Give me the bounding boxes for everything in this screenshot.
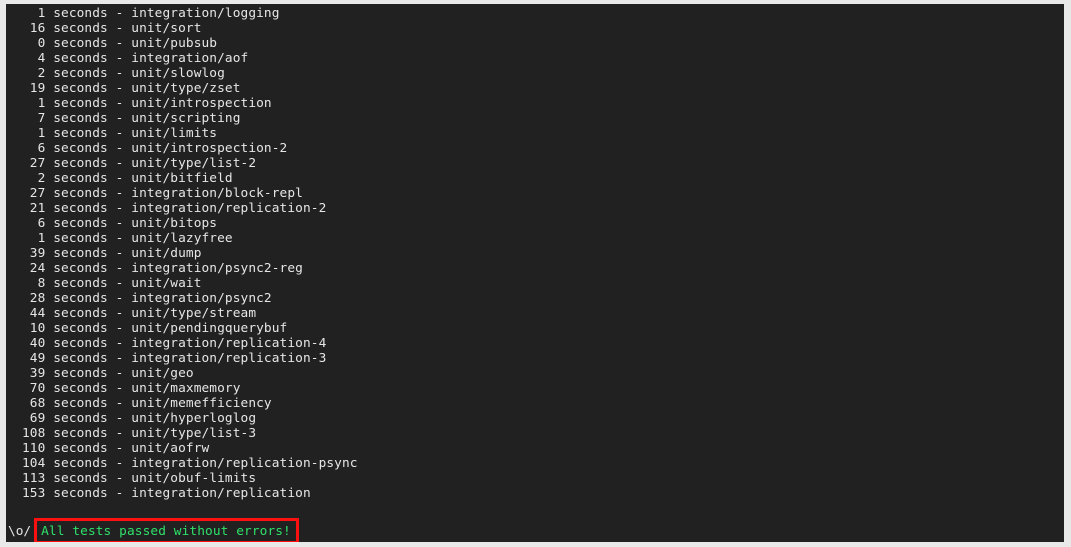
success-row: \o/ All tests passed without errors! <box>6 518 1064 542</box>
log-line: 28 seconds - integration/psync2 <box>22 291 272 306</box>
log-line: 24 seconds - integration/psync2-reg <box>22 261 303 276</box>
log-line: 27 seconds - integration/block-repl <box>22 186 303 201</box>
log-line: 153 seconds - integration/replication <box>22 486 311 501</box>
log-line: 1 seconds - unit/limits <box>22 126 218 141</box>
log-line: 4 seconds - integration/aof <box>22 51 249 66</box>
log-line: 1 seconds - unit/introspection <box>22 96 272 111</box>
annotation-highlight-box: All tests passed without errors! <box>34 518 299 542</box>
log-line: 39 seconds - unit/geo <box>22 366 194 381</box>
log-line: 27 seconds - unit/type/list-2 <box>22 156 257 171</box>
log-line: 21 seconds - integration/replication-2 <box>22 201 327 216</box>
log-line: 70 seconds - unit/maxmemory <box>22 381 241 396</box>
log-line: 2 seconds - unit/bitfield <box>22 171 233 186</box>
shrug-emoticon: \o/ <box>8 523 32 539</box>
terminal-window: 1 seconds - integration/logging 16 secon… <box>0 0 1071 547</box>
log-line: 108 seconds - unit/type/list-3 <box>22 426 257 441</box>
log-line: 110 seconds - unit/aofrw <box>22 441 210 456</box>
log-line: 10 seconds - unit/pendingquerybuf <box>22 321 288 336</box>
log-line: 44 seconds - unit/type/stream <box>22 306 257 321</box>
log-line: 49 seconds - integration/replication-3 <box>22 351 327 366</box>
log-line: 0 seconds - unit/pubsub <box>22 36 218 51</box>
log-line: 7 seconds - unit/scripting <box>22 111 241 126</box>
log-line: 39 seconds - unit/dump <box>22 246 202 261</box>
log-line: 69 seconds - unit/hyperloglog <box>22 411 257 426</box>
log-line: 1 seconds - unit/lazyfree <box>22 231 233 246</box>
log-line: 113 seconds - unit/obuf-limits <box>22 471 257 486</box>
log-line: 6 seconds - unit/introspection-2 <box>22 141 288 156</box>
log-line: 19 seconds - unit/type/zset <box>22 81 241 96</box>
log-line: 40 seconds - integration/replication-4 <box>22 336 327 351</box>
log-line: 2 seconds - unit/slowlog <box>22 66 225 81</box>
log-line: 6 seconds - unit/bitops <box>22 216 218 231</box>
log-line: 104 seconds - integration/replication-ps… <box>22 456 358 471</box>
test-timing-log: 1 seconds - integration/logging 16 secon… <box>6 6 1064 501</box>
success-message: All tests passed without errors! <box>41 523 291 539</box>
log-line: 8 seconds - unit/wait <box>22 276 202 291</box>
log-line: 68 seconds - unit/memefficiency <box>22 396 272 411</box>
terminal-pane[interactable]: 1 seconds - integration/logging 16 secon… <box>6 4 1064 542</box>
terminal-output[interactable]: 1 seconds - integration/logging 16 secon… <box>6 4 1064 542</box>
log-line: 16 seconds - unit/sort <box>22 21 202 36</box>
log-line: 1 seconds - integration/logging <box>22 6 280 21</box>
